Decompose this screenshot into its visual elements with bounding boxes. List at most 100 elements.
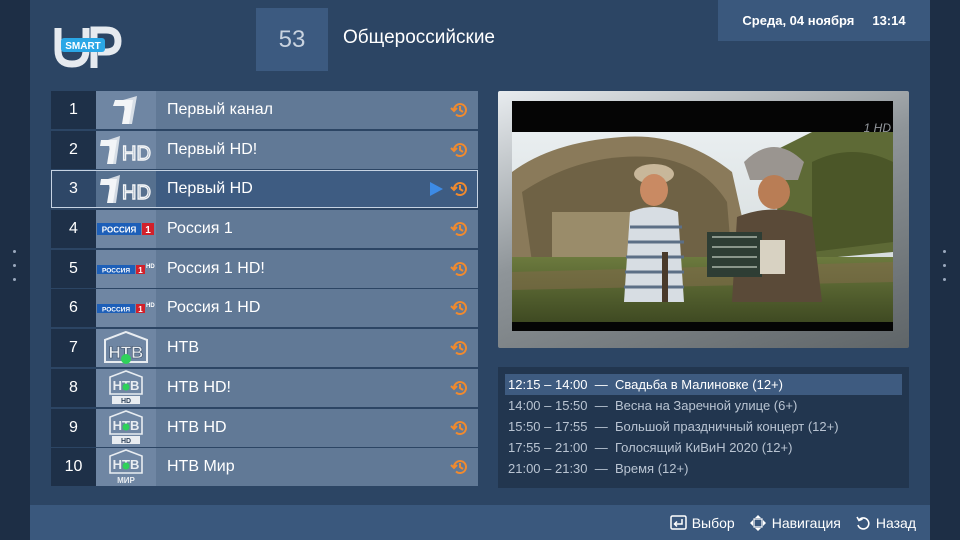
channel-row[interactable]: 4 РОССИЯ 1 Россия 1 xyxy=(51,210,478,249)
perviy-logo-icon xyxy=(96,91,156,129)
epg-time: 17:55 – 21:00 xyxy=(508,440,588,455)
channel-row[interactable]: 10 НТВМИР НТВ Мир xyxy=(51,448,478,487)
epg-dash: — xyxy=(587,419,615,434)
channel-list: 1 Первый канал 2 HD Первый HD! 3 HD Перв… xyxy=(51,91,478,488)
channel-number: 8 xyxy=(51,368,96,407)
epg-dash: — xyxy=(587,440,615,455)
epg-item-current[interactable]: 12:15 – 14:00 — Свадьба в Малиновке (12+… xyxy=(505,374,902,395)
channel-number: 2 xyxy=(51,130,96,169)
archive-history-icon[interactable] xyxy=(450,259,470,279)
channel-name: НТВ HD! xyxy=(167,378,231,396)
logo-badge-text: SMART xyxy=(65,41,101,52)
channel-row[interactable]: 8 НТВHD НТВ HD! xyxy=(51,368,478,407)
archive-history-icon[interactable] xyxy=(450,378,470,398)
channel-name: Россия 1 HD xyxy=(167,299,261,317)
archive-history-icon[interactable] xyxy=(450,418,470,438)
channel-row[interactable]: 6 РОССИЯ 1 HD Россия 1 HD xyxy=(51,289,478,328)
epg-item[interactable]: 15:50 – 17:55 — Большой праздничный конц… xyxy=(505,416,902,437)
current-time: 13:14 xyxy=(872,13,906,28)
rossiya-1-hd-logo-icon: РОССИЯ 1 HD xyxy=(96,249,156,288)
svg-text:HD: HD xyxy=(122,143,151,165)
ntv-mir-logo-icon: НТВМИР xyxy=(96,448,156,487)
epg-item[interactable]: 14:00 – 15:50 — Весна на Заречной улице … xyxy=(505,395,902,416)
archive-history-icon[interactable] xyxy=(450,298,470,318)
select-hint-label: Выбор xyxy=(691,514,735,531)
svg-text:HD: HD xyxy=(122,182,151,204)
channel-name: Первый HD! xyxy=(167,140,258,158)
channel-name: НТВ xyxy=(167,339,199,357)
epg-dash: — xyxy=(587,398,615,413)
archive-history-icon[interactable] xyxy=(450,219,470,239)
back-hint-label: Назад xyxy=(875,514,916,531)
svg-text:HD: HD xyxy=(121,438,131,445)
channel-number: 4 xyxy=(51,210,96,249)
archive-history-icon[interactable] xyxy=(450,338,470,358)
back-hint[interactable]: Назад xyxy=(855,515,916,531)
epg-title: Голосящий КиВиН 2020 (12+) xyxy=(614,440,793,455)
epg-title: Большой праздничный концерт (12+) xyxy=(614,419,839,434)
svg-text:РОССИЯ: РОССИЯ xyxy=(102,267,130,274)
left-more-icon[interactable] xyxy=(13,250,17,281)
svg-text:HD: HD xyxy=(146,303,155,309)
channel-row[interactable]: 1 Первый канал xyxy=(51,91,478,129)
channel-row[interactable]: 9 НТВHD НТВ HD xyxy=(51,408,478,447)
channel-name: Россия 1 xyxy=(167,220,233,238)
back-arrow-icon xyxy=(856,516,870,530)
channel-row[interactable]: 5 РОССИЯ 1 HD Россия 1 HD! xyxy=(51,249,478,288)
channel-name: Россия 1 HD! xyxy=(167,259,265,277)
category-number: 53 xyxy=(256,8,328,71)
channel-number: 5 xyxy=(51,249,96,288)
navigate-hint-label: Навигация xyxy=(771,514,841,531)
epg-item[interactable]: 17:55 – 21:00 — Голосящий КиВиН 2020 (12… xyxy=(505,437,902,458)
channel-name: Первый канал xyxy=(167,101,273,118)
channel-number: 7 xyxy=(51,329,96,368)
ntv-hd-logo-icon: НТВHD xyxy=(96,408,156,447)
channel-row[interactable]: 2 HD Первый HD! xyxy=(51,130,478,169)
navigate-hint[interactable]: Навигация xyxy=(749,514,841,532)
channel-number: 6 xyxy=(51,289,96,328)
epg-time: 12:15 – 14:00 xyxy=(508,377,588,392)
epg-title: Время (12+) xyxy=(614,461,689,476)
channel-watermark: 1 HD xyxy=(863,121,891,135)
perviy-hd-logo-icon: HD xyxy=(96,170,156,209)
epg-time: 15:50 – 17:55 xyxy=(508,419,588,434)
play-icon[interactable] xyxy=(428,181,444,197)
archive-history-icon[interactable] xyxy=(450,457,470,477)
epg-dash: — xyxy=(587,377,615,392)
channel-number: 1 xyxy=(51,91,96,129)
epg-time: 21:00 – 21:30 xyxy=(508,461,588,476)
svg-text:HD: HD xyxy=(121,398,131,405)
channel-row-selected[interactable]: 3 HD Первый HD xyxy=(51,170,478,209)
current-date: Среда, 04 ноября xyxy=(742,13,855,28)
footer-hints: Выбор Навигация Назад xyxy=(30,505,930,540)
svg-text:HD: HD xyxy=(146,264,155,270)
video-preview[interactable]: 1 HD xyxy=(498,91,909,348)
archive-history-icon[interactable] xyxy=(450,100,470,120)
rossiya-1-hd-logo-icon: РОССИЯ 1 HD xyxy=(96,289,156,328)
channel-number: 3 xyxy=(51,170,96,209)
navigation-arrows-icon xyxy=(749,514,766,531)
svg-text:1: 1 xyxy=(145,225,151,236)
epg-time: 14:00 – 15:50 xyxy=(508,398,588,413)
epg-title: Свадьба в Малиновке (12+) xyxy=(614,377,783,392)
epg-item[interactable]: 21:00 – 21:30 — Время (12+) xyxy=(505,458,902,479)
svg-text:1: 1 xyxy=(138,266,143,275)
svg-text:РОССИЯ: РОССИЯ xyxy=(102,307,130,314)
epg-dash: — xyxy=(587,461,615,476)
archive-history-icon[interactable] xyxy=(450,140,470,160)
archive-history-icon[interactable] xyxy=(450,179,470,199)
right-more-icon[interactable] xyxy=(943,250,947,281)
epg-title: Весна на Заречной улице (6+) xyxy=(614,398,798,413)
enter-icon xyxy=(669,515,687,530)
rossiya-1-logo-icon: РОССИЯ 1 xyxy=(96,210,156,249)
datetime-box: Среда, 04 ноября 13:14 xyxy=(718,0,930,41)
category-title: Общероссийские xyxy=(343,27,495,48)
channel-number: 9 xyxy=(51,408,96,447)
svg-text:МИР: МИР xyxy=(117,476,135,485)
svg-text:РОССИЯ: РОССИЯ xyxy=(102,226,137,235)
ntv-logo-icon: НТВ xyxy=(96,329,156,368)
video-still-image xyxy=(512,132,893,322)
epg-list: 12:15 – 14:00 — Свадьба в Малиновке (12+… xyxy=(498,367,909,488)
channel-row[interactable]: 7 НТВ НТВ xyxy=(51,329,478,368)
select-hint[interactable]: Выбор xyxy=(669,514,735,531)
